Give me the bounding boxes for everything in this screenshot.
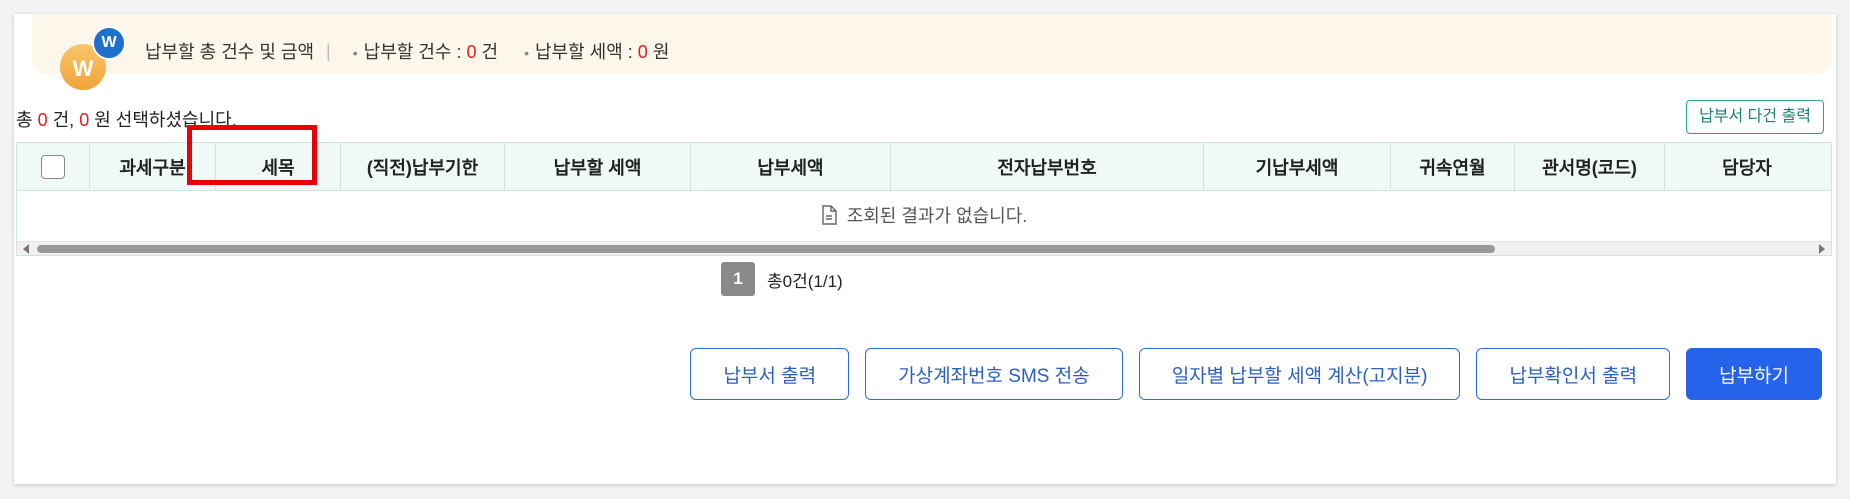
selection-count: 0 (37, 110, 48, 130)
print-confirmation-button[interactable]: 납부확인서 출력 (1476, 348, 1671, 400)
summary-count-label: 납부할 건수 : (363, 42, 462, 62)
summary-amount-label: 납부할 세액 : (534, 42, 633, 62)
selection-amount: 0 (79, 110, 90, 130)
column-header[interactable]: 귀속연월 (1391, 143, 1515, 190)
print-bill-button[interactable]: 납부서 출력 (690, 348, 850, 400)
summary-text: 납부할 총 건수 및 금액 | • 납부할 건수 : 0 건 • 납부할 세액 : … (145, 38, 695, 64)
summary-bar: W W 납부할 총 건수 및 금액 | • 납부할 건수 : 0 건 • 납부할 세… (32, 14, 1832, 90)
column-header[interactable]: 관서명(코드) (1515, 143, 1665, 190)
summary-amount: • 납부할 세액 : 0 원 (524, 38, 669, 64)
pagination-total: 총0건(1/1) (767, 271, 843, 291)
selection-prefix: 총 (16, 110, 33, 130)
page-button[interactable]: 1 (721, 262, 755, 296)
select-all-cell (17, 143, 90, 190)
pagination: 1 총0건(1/1) (721, 262, 843, 296)
document-icon (821, 205, 837, 225)
selection-mid: 건, (52, 110, 75, 130)
column-header[interactable]: 납부할 세액 (505, 143, 691, 190)
pay-button[interactable]: 납부하기 (1686, 348, 1822, 400)
daily-tax-calc-button[interactable]: 일자별 납부할 세액 계산(고지분) (1138, 348, 1461, 400)
column-header[interactable]: 담당자 (1665, 143, 1829, 190)
bullet-icon: • (352, 45, 358, 61)
column-header[interactable]: 납부세액 (691, 143, 891, 190)
multi-print-button[interactable]: 납부서 다건 출력 (1686, 100, 1824, 134)
horizontal-scrollbar[interactable] (17, 241, 1831, 255)
empty-message: 조회된 결과가 없습니다. (846, 206, 1028, 226)
sms-virtual-account-button[interactable]: 가상계좌번호 SMS 전송 (865, 348, 1123, 400)
column-header[interactable]: 기납부세액 (1204, 143, 1391, 190)
bullet-icon: • (524, 45, 529, 61)
logo: W W (54, 22, 126, 90)
summary-separator: | (326, 40, 331, 61)
summary-count-value: 0 (466, 42, 477, 62)
highlight-box (187, 125, 317, 185)
column-header[interactable]: (직전)납부기한 (341, 143, 505, 190)
summary-count: • 납부할 건수 : 0 건 (353, 38, 498, 64)
summary-title: 납부할 총 건수 및 금액 (145, 42, 315, 62)
payment-panel: W W 납부할 총 건수 및 금액 | • 납부할 건수 : 0 건 • 납부할 세… (14, 14, 1836, 484)
summary-amount-unit: 원 (652, 42, 670, 62)
summary-count-unit: 건 (481, 42, 499, 62)
scroll-right-icon[interactable] (1819, 244, 1825, 254)
summary-amount-value: 0 (637, 42, 648, 62)
scroll-left-icon[interactable] (23, 244, 29, 254)
select-all-checkbox[interactable] (41, 154, 65, 179)
logo-small-icon: W (92, 26, 126, 60)
action-bar: 납부서 출력 가상계좌번호 SMS 전송 일자별 납부할 세액 계산(고지분) … (690, 348, 1822, 400)
column-header[interactable]: 전자납부번호 (891, 143, 1204, 190)
scrollbar-thumb[interactable] (37, 245, 1495, 253)
empty-result-row: 조회된 결과가 없습니다. (17, 191, 1831, 239)
